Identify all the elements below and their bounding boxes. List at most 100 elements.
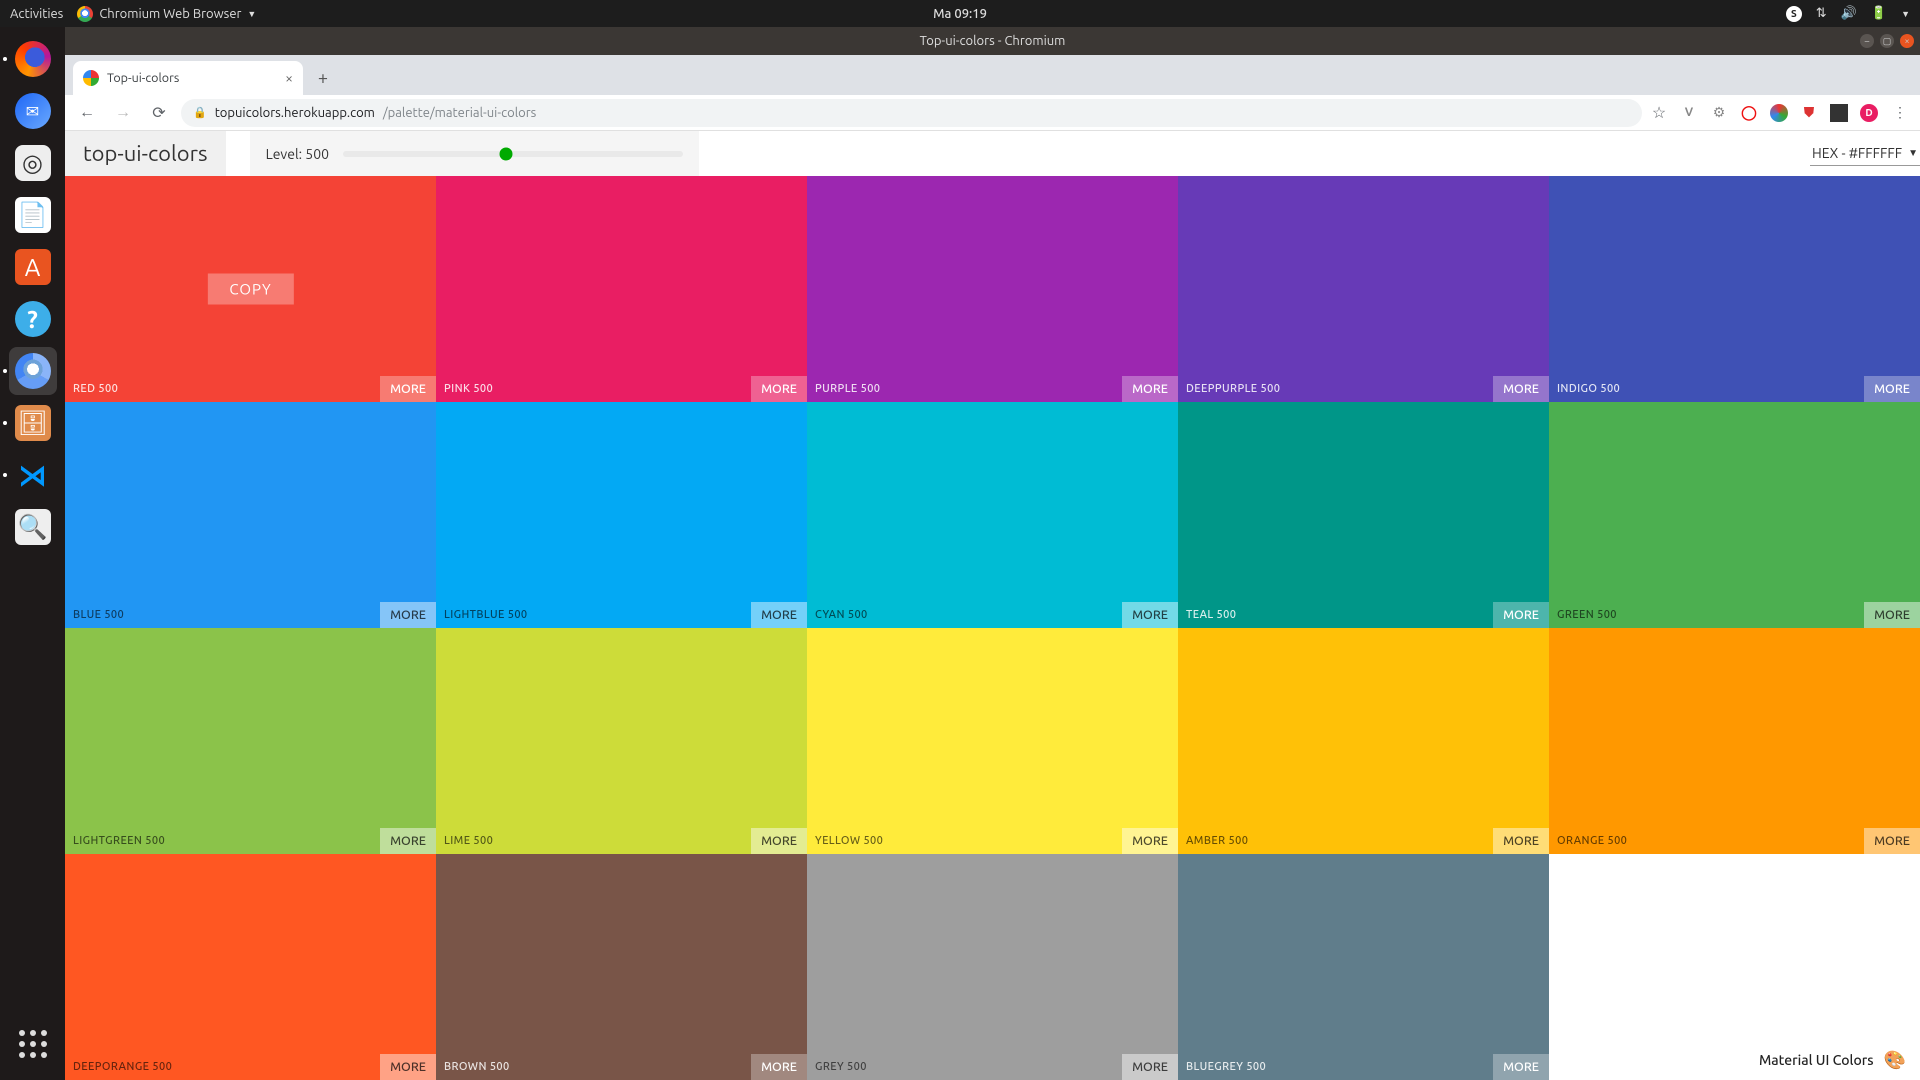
extension-profile-icon[interactable]: D (1860, 104, 1878, 122)
swatch-lightblue-500[interactable]: LIGHTBLUE 500 MORE (436, 402, 807, 628)
tab-favicon-icon (83, 70, 99, 86)
dock-image-viewer[interactable]: 🔍 (9, 503, 57, 551)
swatch-more-button[interactable]: MORE (1493, 602, 1549, 628)
dock-files[interactable]: 🗄 (9, 399, 57, 447)
swatch-label: LIGHTBLUE 500 (444, 609, 528, 621)
extension-shield-icon[interactable]: ⛊ (1800, 104, 1818, 122)
swatch-more-button[interactable]: MORE (1493, 1054, 1549, 1080)
swatch-more-button[interactable]: MORE (1493, 376, 1549, 402)
swatch-grey-500[interactable]: GREY 500MORE (807, 854, 1178, 1080)
level-slider[interactable] (343, 151, 683, 157)
swatch-label: DEEPORANGE 500 (73, 1061, 172, 1073)
swatch-more-button[interactable]: MORE (751, 376, 807, 402)
address-bar[interactable]: 🔒 topuicolors.herokuapp.com/palette/mate… (181, 99, 1642, 127)
forward-button[interactable]: → (109, 99, 137, 127)
swatch-more-button[interactable]: MORE (1122, 602, 1178, 628)
swatch-more-button[interactable]: MORE (751, 602, 807, 628)
app-root: top-ui-colors Level: 500 HEX - #FFFFFF ▼… (65, 131, 1920, 1080)
swatch-yellow-500[interactable]: YELLOW 500MORE (807, 628, 1178, 854)
swatch-red-500[interactable]: RED 500MORECOPY (65, 176, 436, 402)
dock-help[interactable]: ? (9, 295, 57, 343)
swatch-lime-500[interactable]: LIME 500MORE (436, 628, 807, 854)
swatch-label: BROWN 500 (444, 1061, 510, 1073)
extension-grid-icon[interactable] (1830, 104, 1848, 122)
skype-tray-icon[interactable]: S (1786, 6, 1802, 22)
swatch-more-button[interactable]: MORE (380, 828, 436, 854)
dock-chromium[interactable] (9, 347, 57, 395)
extension-settings-icon[interactable]: ⚙ (1710, 104, 1728, 122)
swatch-more-button[interactable]: MORE (751, 828, 807, 854)
battery-icon[interactable]: 🔋 (1871, 6, 1887, 21)
swatch-more-button[interactable]: MORE (1493, 828, 1549, 854)
swatch-deeporange-500[interactable]: DEEPORANGE 500 MORE (65, 854, 436, 1080)
window-close-button[interactable]: × (1900, 34, 1914, 48)
swatch-blue-500[interactable]: BLUE 500MORE (65, 402, 436, 628)
swatch-cyan-500[interactable]: CYAN 500 MORE (807, 402, 1178, 628)
window-title: Top-ui-colors - Chromium (920, 34, 1066, 48)
clock[interactable]: Ma 09:19 (933, 7, 987, 21)
url-host: topuicolors.herokuapp.com (215, 106, 375, 120)
app-menu[interactable]: Chromium Web Browser ▼ (77, 6, 256, 22)
dock-software[interactable]: A (9, 243, 57, 291)
tab-active[interactable]: Top-ui-colors × (73, 61, 303, 95)
swatch-more-button[interactable]: MORE (1122, 376, 1178, 402)
app-title[interactable]: top-ui-colors (83, 141, 208, 166)
swatch-label: GREEN 500 (1557, 609, 1617, 621)
swatch-more-button[interactable]: MORE (751, 1054, 807, 1080)
swatch-more-button[interactable]: MORE (1864, 602, 1920, 628)
bookmark-star-icon[interactable]: ☆ (1650, 104, 1668, 122)
activities-button[interactable]: Activities (10, 7, 63, 21)
dock-firefox[interactable] (9, 35, 57, 83)
swatch-lightgreen-500[interactable]: LIGHTGREEN 500MORE (65, 628, 436, 854)
swatch-more-button[interactable]: MORE (380, 376, 436, 402)
swatch-more-button[interactable]: MORE (1122, 828, 1178, 854)
extension-colorpicker-icon[interactable] (1770, 104, 1788, 122)
dock-writer[interactable]: 📄 (9, 191, 57, 239)
tab-strip: Top-ui-colors × + (65, 55, 1920, 95)
swatch-more-button[interactable]: MORE (1122, 1054, 1178, 1080)
swatch-label: ORANGE 500 (1557, 835, 1627, 847)
swatch-indigo-500[interactable]: INDIGO 500MORE (1549, 176, 1920, 402)
volume-icon[interactable]: 🔊 (1841, 6, 1857, 21)
speaker-icon: ◎ (15, 145, 51, 181)
copy-button[interactable]: COPY (207, 274, 293, 305)
format-select[interactable]: HEX - #FFFFFF ▼ (1810, 141, 1920, 166)
swatch-teal-500[interactable]: TEAL 500 MORE (1178, 402, 1549, 628)
swatch-label: CYAN 500 (815, 609, 868, 621)
tab-title: Top-ui-colors (107, 71, 179, 85)
swatch-green-500[interactable]: GREEN 500 MORE (1549, 402, 1920, 628)
dock-vscode[interactable]: ⋊ (9, 451, 57, 499)
swatch-label: PURPLE 500 (815, 383, 880, 395)
chevron-down-icon: ▼ (1908, 147, 1918, 159)
slider-handle[interactable] (500, 147, 513, 160)
dock-rhythmbox[interactable]: ◎ (9, 139, 57, 187)
chromium-icon (15, 353, 51, 389)
swatch-brown-500[interactable]: BROWN 500 MORE (436, 854, 807, 1080)
window-minimize-button[interactable]: – (1860, 34, 1874, 48)
dock-show-apps[interactable] (9, 1020, 57, 1068)
swatch-pink-500[interactable]: PINK 500MORE (436, 176, 807, 402)
extension-vimium-icon[interactable]: V (1680, 104, 1698, 122)
swatch-label: TEAL 500 (1186, 609, 1236, 621)
swatch-purple-500[interactable]: PURPLE 500 MORE (807, 176, 1178, 402)
swatch-more-button[interactable]: MORE (380, 602, 436, 628)
swatch-orange-500[interactable]: ORANGE 500 MORE (1549, 628, 1920, 854)
window-maximize-button[interactable]: ▢ (1880, 34, 1894, 48)
app-header: top-ui-colors Level: 500 HEX - #FFFFFF ▼ (65, 131, 1920, 176)
browser-menu-button[interactable]: ⋮ (1890, 104, 1908, 122)
swatch-more-button[interactable]: MORE (1864, 376, 1920, 402)
tab-close-button[interactable]: × (285, 70, 293, 86)
reload-button[interactable]: ⟳ (145, 99, 173, 127)
swatch-more-button[interactable]: MORE (1864, 828, 1920, 854)
dock-thunderbird[interactable]: ✉ (9, 87, 57, 135)
palette-footer[interactable]: Material UI Colors 🎨 (1745, 1040, 1920, 1080)
system-menu-chevron-icon[interactable]: ▼ (1901, 9, 1910, 19)
swatch-deeppurple-500[interactable]: DEEPPURPLE 500MORE (1178, 176, 1549, 402)
network-icon[interactable]: ⇅ (1816, 6, 1827, 21)
new-tab-button[interactable]: + (309, 64, 337, 92)
back-button[interactable]: ← (73, 99, 101, 127)
swatch-amber-500[interactable]: AMBER 500MORE (1178, 628, 1549, 854)
swatch-bluegrey-500[interactable]: BLUEGREY 500MORE (1178, 854, 1549, 1080)
extension-adblock-icon[interactable]: ◯ (1740, 104, 1758, 122)
swatch-more-button[interactable]: MORE (380, 1054, 436, 1080)
